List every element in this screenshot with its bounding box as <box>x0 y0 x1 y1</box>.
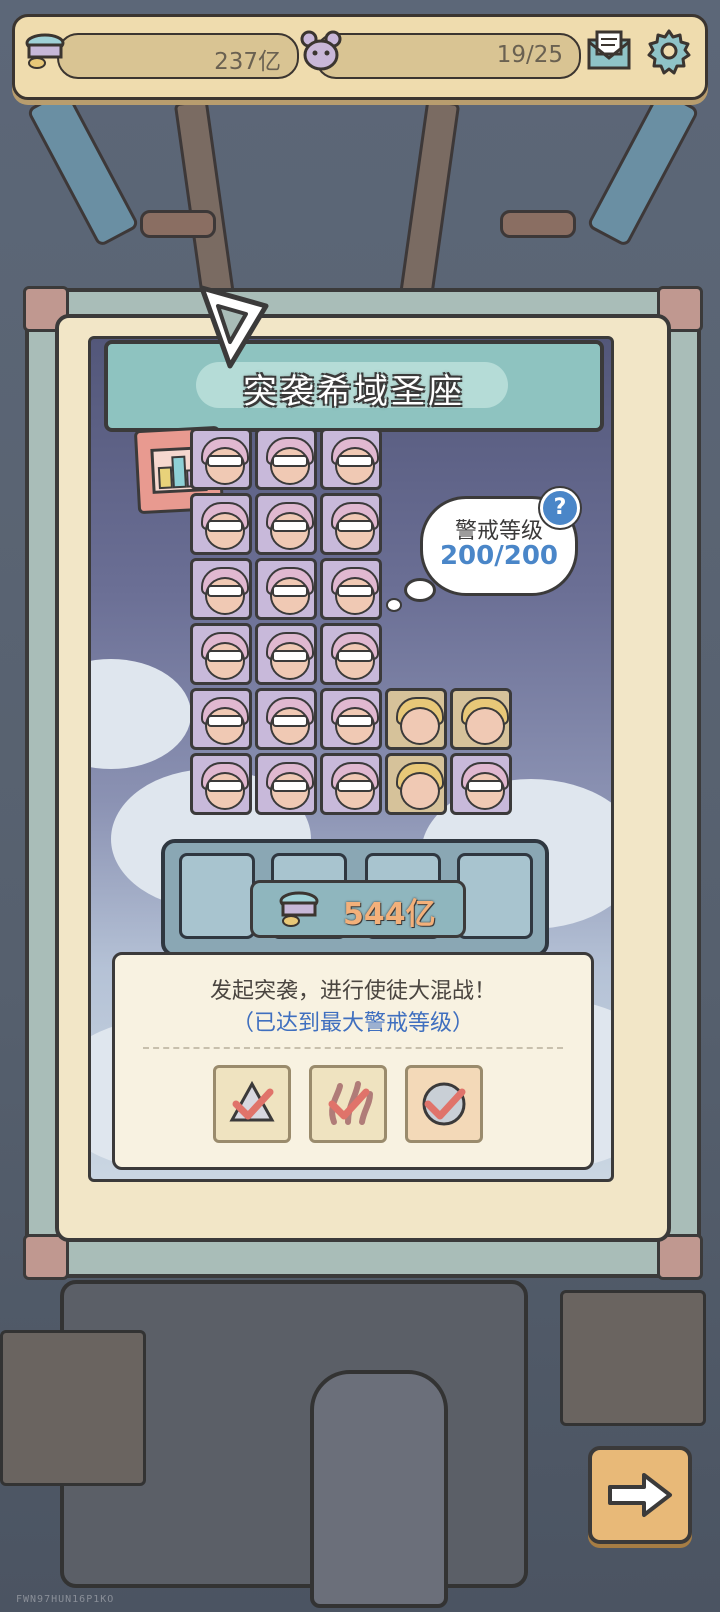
apostle-portrait-tile[interactable] <box>255 493 317 555</box>
mail-icon[interactable] <box>585 27 633 75</box>
scrap-box <box>0 1330 146 1486</box>
apostle-portrait-tile[interactable] <box>320 493 382 555</box>
thought-dot <box>404 578 436 602</box>
apostle-portrait-tile[interactable] <box>320 428 382 490</box>
coin-stack-icon <box>21 27 69 75</box>
pipe-decoration <box>140 210 216 238</box>
coins-pill: 237亿 <box>57 33 299 79</box>
raid-status: （已达到最大警戒等级） <box>231 1011 474 1036</box>
apostle-portrait-tile[interactable] <box>190 493 252 555</box>
title-banner: 突袭希域圣座 <box>104 340 604 432</box>
apostle-portrait-tile[interactable] <box>255 688 317 750</box>
raid-info-box: 发起突袭，进行使徒大混战！ （已达到最大警戒等级） <box>112 952 594 1170</box>
apostle-portrait-tile[interactable] <box>255 558 317 620</box>
creature-icon <box>297 27 345 75</box>
apostle-portrait-tile[interactable] <box>320 688 382 750</box>
coral-check-icon <box>309 1065 387 1143</box>
lamp-decoration <box>26 88 140 248</box>
level-pill: 19/25 <box>315 33 581 79</box>
apostle-portrait-tile[interactable] <box>450 688 512 750</box>
arrow-right-icon <box>608 1473 672 1517</box>
divider <box>143 1047 563 1049</box>
thought-dot <box>386 598 402 612</box>
next-arrow-button[interactable] <box>588 1446 692 1544</box>
resource-bar: 237亿 19/25 <box>12 14 708 100</box>
apostle-portrait-tile[interactable] <box>320 753 382 815</box>
raid-cost-value: 544亿 <box>343 897 436 932</box>
apostle-portrait-tile[interactable] <box>190 753 252 815</box>
orb-check-icon <box>405 1065 483 1143</box>
apostle-portrait-tile[interactable] <box>320 558 382 620</box>
raid-description: 发起突袭，进行使徒大混战！ <box>209 979 496 1004</box>
apostle-portrait-tile[interactable] <box>255 753 317 815</box>
alert-level-value: 200/200 <box>439 541 559 571</box>
watermark-text: FWN97HUN16P1KO <box>16 1594 115 1605</box>
scrap-box <box>560 1290 706 1426</box>
apostle-portrait-tile[interactable] <box>320 623 382 685</box>
apostle-portrait-tile[interactable] <box>190 688 252 750</box>
apostle-portrait-tile[interactable] <box>255 623 317 685</box>
apostle-portrait-tile[interactable] <box>190 623 252 685</box>
crystal-check-icon <box>213 1065 291 1143</box>
coin-stack-icon <box>277 889 321 933</box>
apostle-portrait-tile[interactable] <box>255 428 317 490</box>
coins-value: 237亿 <box>214 49 281 75</box>
apostle-portrait-tile[interactable] <box>450 753 512 815</box>
gear-icon[interactable] <box>645 27 693 75</box>
level-progress-value: 19/25 <box>496 42 563 68</box>
raid-title: 突袭希域圣座 <box>243 372 465 412</box>
raid-cost-button[interactable]: 544亿 <box>250 880 466 938</box>
panel-corner <box>23 1234 69 1280</box>
apostle-portrait-tile[interactable] <box>385 688 447 750</box>
apostle-portrait-tile[interactable] <box>385 753 447 815</box>
apostle-portrait-tile[interactable] <box>190 428 252 490</box>
pipe-decoration <box>500 210 576 238</box>
help-button[interactable]: ? <box>540 488 580 528</box>
panel-corner <box>657 1234 703 1280</box>
apostle-portrait-tile[interactable] <box>190 558 252 620</box>
lamp-decoration <box>586 88 700 248</box>
gas-tank <box>310 1370 448 1608</box>
triangle-emblem-icon <box>194 282 274 372</box>
